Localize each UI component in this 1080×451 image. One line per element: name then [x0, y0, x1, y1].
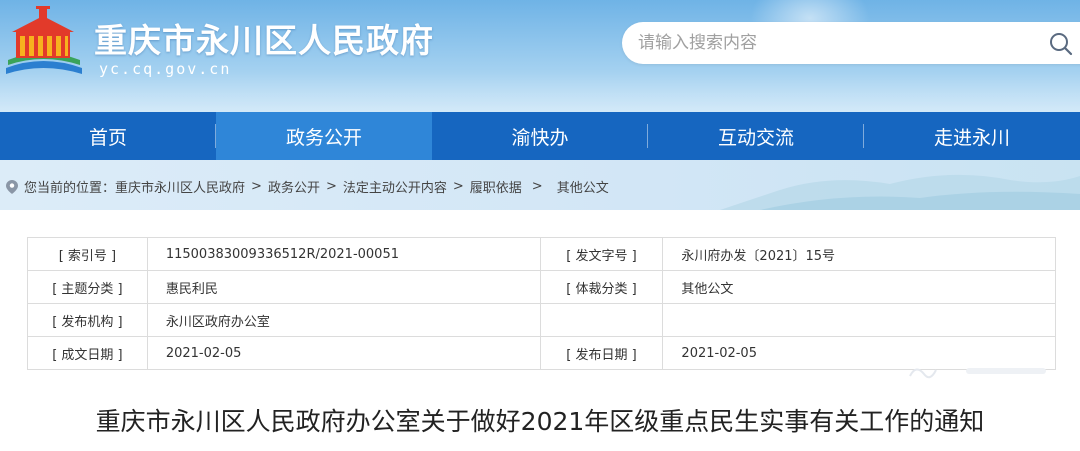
- document-info-table: [ 索引号 ] 11500383009336512R/2021-00051 [ …: [27, 237, 1056, 370]
- breadcrumb-separator: >: [452, 179, 464, 194]
- site-domain: yc.cq.gov.cn: [99, 60, 232, 78]
- info-label: [ 发文字号 ]: [539, 237, 664, 271]
- breadcrumb-separator: >: [251, 179, 262, 194]
- table-row: [ 成文日期 ] 2021-02-05 [ 发布日期 ] 2021-02-05: [27, 336, 1056, 370]
- breadcrumb-separator: >: [325, 179, 337, 194]
- nav-item-label: 走进永川: [933, 126, 1010, 149]
- nav-item-home[interactable]: 首页: [0, 112, 216, 160]
- info-value: 其他公文: [662, 270, 1056, 304]
- info-label: [ 体裁分类 ]: [539, 270, 664, 304]
- info-value: 永川区政府办公室: [146, 303, 541, 337]
- breadcrumb: 您当前的位置： 重庆市永川区人民政府 > 政务公开 > 法定主动公开内容 > 履…: [6, 177, 609, 196]
- main-nav: 首页 政务公开 渝快办 互动交流 走进永川: [0, 112, 1080, 160]
- document-title: 重庆市永川区人民政府办公室关于做好2021年区级重点民生实事有关工作的通知: [95, 407, 985, 436]
- nav-item-interaction[interactable]: 互动交流: [648, 112, 864, 160]
- table-row: [ 发布机构 ] 永川区政府办公室: [27, 303, 1056, 337]
- header-decoration: [0, 72, 1080, 112]
- breadcrumb-item[interactable]: 法定主动公开内容: [343, 177, 447, 196]
- breadcrumb-item[interactable]: 重庆市永川区人民政府: [115, 177, 245, 196]
- site-header: 重庆市永川区人民政府 yc.cq.gov.cn: [0, 0, 1080, 112]
- nav-item-government-affairs[interactable]: 政务公开: [216, 112, 432, 160]
- nav-item-label: 互动交流: [717, 126, 794, 149]
- info-label: [ 发布机构 ]: [27, 303, 148, 337]
- breadcrumb-bar: 您当前的位置： 重庆市永川区人民政府 > 政务公开 > 法定主动公开内容 > 履…: [0, 160, 1080, 210]
- breadcrumb-item[interactable]: 履职依据: [470, 177, 522, 196]
- info-value: 2021-02-05: [146, 336, 541, 370]
- nav-item-about-yongchuan[interactable]: 走进永川: [864, 112, 1080, 160]
- nav-item-label: 政务公开: [285, 126, 362, 149]
- breadcrumb-separator: >: [531, 179, 543, 194]
- info-label: [ 成文日期 ]: [27, 336, 148, 370]
- info-label: [539, 303, 664, 337]
- info-label: [ 主题分类 ]: [27, 270, 148, 304]
- table-row: [ 主题分类 ] 惠民利民 [ 体裁分类 ] 其他公文: [27, 270, 1056, 304]
- site-title[interactable]: 重庆市永川区人民政府: [94, 14, 434, 62]
- nav-item-yukuaiban[interactable]: 渝快办: [432, 112, 648, 160]
- info-value: 永川府办发〔2021〕15号: [662, 237, 1056, 271]
- breadcrumb-prefix: 您当前的位置：: [24, 181, 116, 196]
- info-value: 11500383009336512R/2021-00051: [146, 237, 541, 271]
- search-box: [622, 22, 1080, 64]
- info-label: [ 索引号 ]: [27, 237, 148, 271]
- table-row: [ 索引号 ] 11500383009336512R/2021-00051 [ …: [27, 237, 1056, 271]
- location-pin-icon: [6, 179, 18, 194]
- breadcrumb-item[interactable]: 其他公文: [557, 177, 609, 196]
- search-icon[interactable]: [1048, 31, 1074, 57]
- watermark-decoration: [909, 368, 1046, 379]
- info-value: [662, 303, 1056, 337]
- info-label: [ 发布日期 ]: [539, 336, 664, 370]
- government-emblem-icon[interactable]: [2, 6, 84, 82]
- nav-item-label: 渝快办: [511, 126, 569, 149]
- search-input[interactable]: [638, 22, 1038, 64]
- breadcrumb-item[interactable]: 政务公开: [268, 177, 320, 196]
- info-value: 惠民利民: [146, 270, 541, 304]
- hills-decoration: [720, 174, 1080, 210]
- nav-item-label: 首页: [88, 126, 127, 149]
